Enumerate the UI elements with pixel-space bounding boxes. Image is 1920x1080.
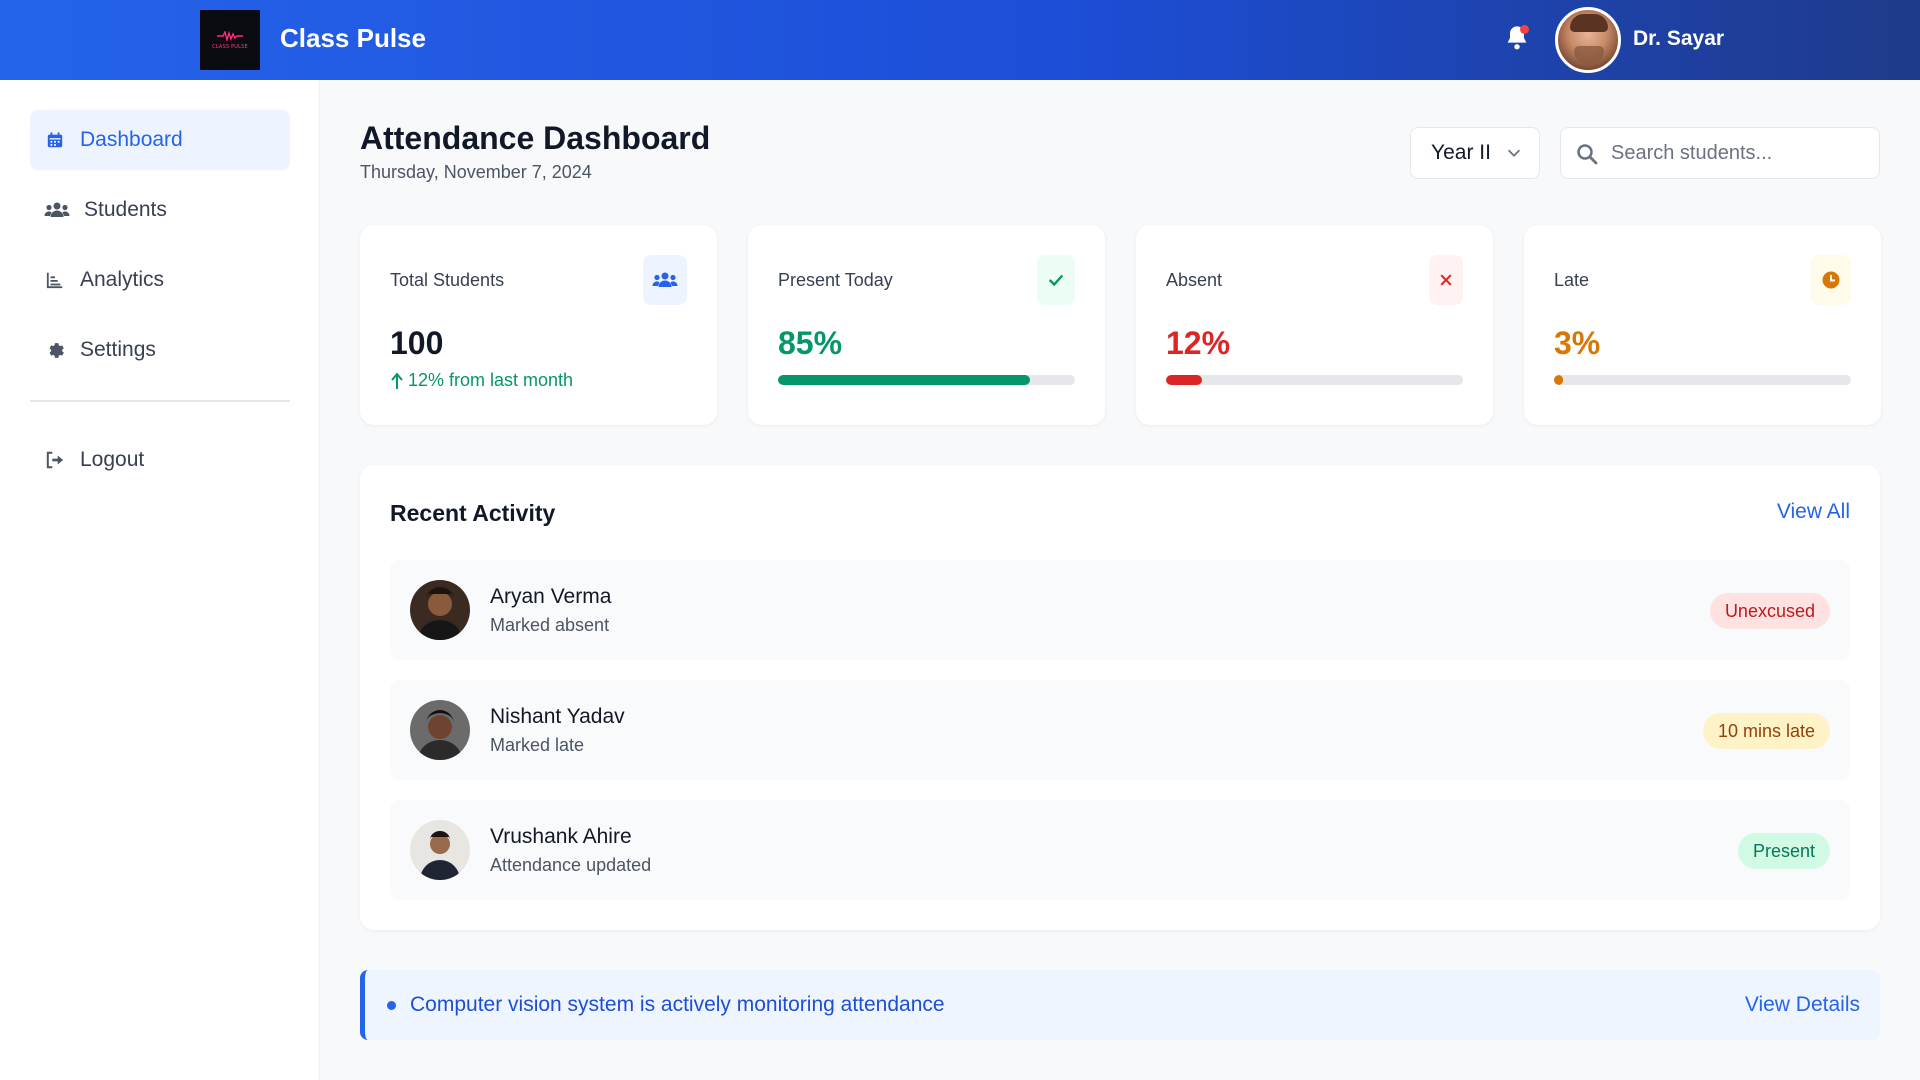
- status-badge: Unexcused: [1709, 593, 1830, 629]
- sidebar-item-label: Analytics: [80, 268, 165, 291]
- stat-label: Present Today: [778, 270, 893, 290]
- notifications-button[interactable]: [1503, 24, 1531, 56]
- stat-card-absent: Absent 12%: [1136, 225, 1493, 425]
- logo-text: CLASS PULSE: [212, 43, 248, 50]
- users-icon: [44, 199, 70, 221]
- progress-bar: [778, 375, 1075, 385]
- activity-row[interactable]: Nishant Yadav Marked late 10 mins late: [390, 680, 1850, 780]
- app-logo[interactable]: CLASS PULSE: [200, 10, 260, 70]
- unread-dot: [1520, 25, 1529, 34]
- stat-trend: 12% from last month: [390, 370, 573, 391]
- stat-value: 85%: [778, 325, 843, 361]
- year-select[interactable]: Year II: [1410, 127, 1540, 179]
- stat-value: 3%: [1554, 325, 1601, 361]
- stat-card-present: Present Today 85%: [748, 225, 1105, 425]
- activity-row[interactable]: Vrushank Ahire Attendance updated Presen…: [390, 800, 1850, 900]
- sidebar-item-students[interactable]: Students: [30, 180, 290, 240]
- student-name: Nishant Yadav: [490, 705, 625, 728]
- search-box[interactable]: [1560, 127, 1880, 179]
- stat-card-late: Late 3%: [1524, 225, 1881, 425]
- pulse-wave-icon: [217, 30, 243, 41]
- sidebar: Dashboard Students Analytics Settings Lo…: [0, 80, 320, 1080]
- page-date: Thursday, November 7, 2024: [360, 162, 592, 182]
- gear-icon: [44, 339, 66, 361]
- student-avatar: [410, 820, 470, 880]
- status-badge: 10 mins late: [1702, 713, 1830, 749]
- activity-row[interactable]: Aryan Verma Marked absent Unexcused: [390, 560, 1850, 660]
- status-badge: Present: [1737, 833, 1830, 869]
- stat-label: Total Students: [390, 270, 505, 290]
- stat-trend-text: 12% from last month: [408, 370, 574, 390]
- progress-fill: [1166, 375, 1202, 385]
- progress-fill: [778, 375, 1031, 385]
- stat-value: 12%: [1166, 325, 1231, 361]
- stat-label: Late: [1554, 270, 1590, 290]
- activity-action: Attendance updated: [490, 855, 652, 875]
- sidebar-item-settings[interactable]: Settings: [30, 320, 290, 380]
- logout-button[interactable]: Logout: [30, 430, 290, 490]
- check-icon: [1037, 255, 1075, 305]
- sidebar-item-label: Settings: [80, 338, 156, 361]
- student-name: Aryan Verma: [490, 585, 612, 608]
- sidebar-item-label: Dashboard: [80, 128, 183, 151]
- clock-icon: [1811, 255, 1851, 305]
- progress-bar: [1166, 375, 1463, 385]
- chevron-down-icon: [1507, 149, 1521, 157]
- arrow-up-icon: [391, 371, 403, 389]
- view-details-link[interactable]: View Details: [1745, 993, 1860, 1017]
- year-select-value: Year II: [1431, 141, 1491, 164]
- sidebar-item-label: Students: [84, 198, 167, 221]
- progress-bar: [1554, 375, 1851, 385]
- activity-action: Marked absent: [490, 615, 610, 635]
- recent-activity-panel: Recent Activity View All Aryan Verma Mar…: [360, 465, 1880, 930]
- logout-icon: [44, 449, 66, 471]
- logout-label: Logout: [80, 448, 145, 471]
- student-name: Vrushank Ahire: [490, 825, 632, 848]
- chart-icon: [44, 269, 66, 291]
- student-avatar: [410, 700, 470, 760]
- page-title: Attendance Dashboard: [360, 120, 711, 156]
- sidebar-item-dashboard[interactable]: Dashboard: [30, 110, 290, 170]
- student-avatar: [410, 580, 470, 640]
- stat-value: 100: [390, 325, 444, 361]
- live-indicator-dot: [387, 1001, 396, 1010]
- notice-message: Computer vision system is actively monit…: [410, 993, 945, 1016]
- top-bar: CLASS PULSE Class Pulse Dr. Sayar: [0, 0, 1920, 80]
- progress-fill: [1554, 375, 1563, 385]
- stat-label: Absent: [1166, 270, 1223, 290]
- users-icon: [643, 255, 687, 305]
- brand-name: Class Pulse: [280, 23, 426, 53]
- monitoring-notice: Computer vision system is actively monit…: [360, 970, 1880, 1040]
- user-name[interactable]: Dr. Sayar: [1633, 27, 1724, 51]
- view-all-link[interactable]: View All: [1777, 500, 1850, 524]
- x-icon: [1429, 255, 1463, 305]
- sidebar-divider: [30, 400, 290, 402]
- user-avatar[interactable]: [1555, 7, 1621, 73]
- stat-card-total-students: Total Students 100 12% from last month: [360, 225, 717, 425]
- sidebar-item-analytics[interactable]: Analytics: [30, 250, 290, 310]
- section-title: Recent Activity: [390, 500, 556, 526]
- activity-action: Marked late: [490, 735, 585, 755]
- search-icon: [1577, 144, 1598, 165]
- calendar-icon: [44, 129, 66, 151]
- search-input[interactable]: [1611, 128, 1871, 178]
